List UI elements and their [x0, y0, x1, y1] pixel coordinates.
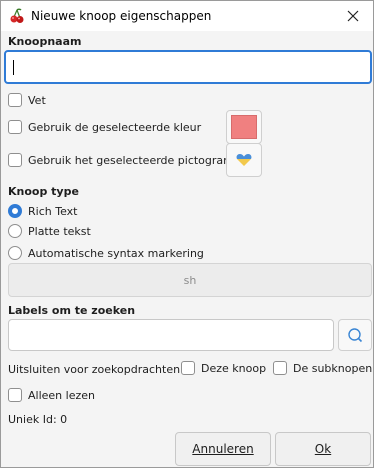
window-title: Nieuwe knoop eigenschappen: [31, 9, 212, 23]
exclude-this-node-option[interactable]: Deze knoop: [181, 361, 266, 375]
icon-picker-button[interactable]: [226, 143, 262, 177]
radio-syntax[interactable]: Automatische syntax markering: [8, 246, 204, 260]
bold-checkbox[interactable]: [8, 93, 22, 107]
node-type-label: Knoop type: [8, 185, 79, 198]
tags-input[interactable]: [8, 319, 334, 351]
heart-icon: [236, 153, 252, 167]
radio-plain-text[interactable]: Platte tekst: [8, 224, 91, 238]
radio-plain-text-button[interactable]: [8, 224, 22, 238]
unique-id-text: Uniek Id: 0: [8, 413, 68, 426]
search-tags-button[interactable]: [338, 319, 372, 351]
dialog-window: Nieuwe knoop eigenschappen Knoopnaam Vet…: [0, 0, 374, 468]
radio-syntax-button[interactable]: [8, 246, 22, 260]
syntax-language-label: sh: [183, 273, 197, 287]
cancel-button[interactable]: Annuleren: [175, 432, 271, 466]
exclude-this-node-label: Deze knoop: [201, 361, 267, 375]
use-icon-label: Gebruik het geselecteerde pictogram: [28, 153, 234, 167]
use-icon-option[interactable]: Gebruik het geselecteerde pictogram: [8, 153, 234, 167]
bold-label: Vet: [28, 93, 46, 107]
search-icon: [348, 328, 363, 343]
use-color-checkbox[interactable]: [8, 120, 22, 134]
radio-plain-text-label: Platte tekst: [28, 224, 91, 238]
tags-label: Labels om te zoeken: [8, 304, 136, 317]
close-button[interactable]: [333, 1, 373, 31]
ok-button-label: Ok: [314, 442, 332, 456]
radio-rich-text-label: Rich Text: [28, 204, 78, 218]
radio-syntax-label: Automatische syntax markering: [28, 246, 204, 260]
exclude-subnodes-label: De subknopen: [293, 361, 373, 375]
close-icon: [347, 10, 359, 22]
exclude-subnodes-option[interactable]: De subknopen: [273, 361, 372, 375]
cherry-icon: [10, 8, 24, 23]
readonly-checkbox[interactable]: [8, 388, 22, 402]
use-color-option[interactable]: Gebruik de geselecteerde kleur: [8, 120, 201, 134]
ok-button[interactable]: Ok: [275, 432, 371, 466]
cancel-button-label: Annuleren: [192, 442, 254, 456]
color-swatch: [231, 115, 257, 139]
color-picker-button[interactable]: [226, 110, 262, 144]
node-name-input[interactable]: [4, 50, 372, 84]
exclude-this-node-checkbox[interactable]: [181, 361, 195, 375]
exclude-subnodes-checkbox[interactable]: [273, 361, 287, 375]
bold-option[interactable]: Vet: [8, 93, 46, 107]
readonly-label: Alleen lezen: [28, 388, 95, 402]
title-bar: Nieuwe knoop eigenschappen: [1, 1, 373, 31]
exclude-label: Uitsluiten voor zoekopdrachten: [8, 363, 181, 376]
node-name-label: Knoopnaam: [8, 35, 82, 48]
radio-rich-text-button[interactable]: [8, 204, 22, 218]
radio-rich-text[interactable]: Rich Text: [8, 204, 77, 218]
text-caret: [13, 60, 14, 75]
readonly-option[interactable]: Alleen lezen: [8, 388, 95, 402]
use-icon-checkbox[interactable]: [8, 153, 22, 167]
use-color-label: Gebruik de geselecteerde kleur: [28, 120, 202, 134]
syntax-language-button[interactable]: sh: [8, 263, 372, 297]
